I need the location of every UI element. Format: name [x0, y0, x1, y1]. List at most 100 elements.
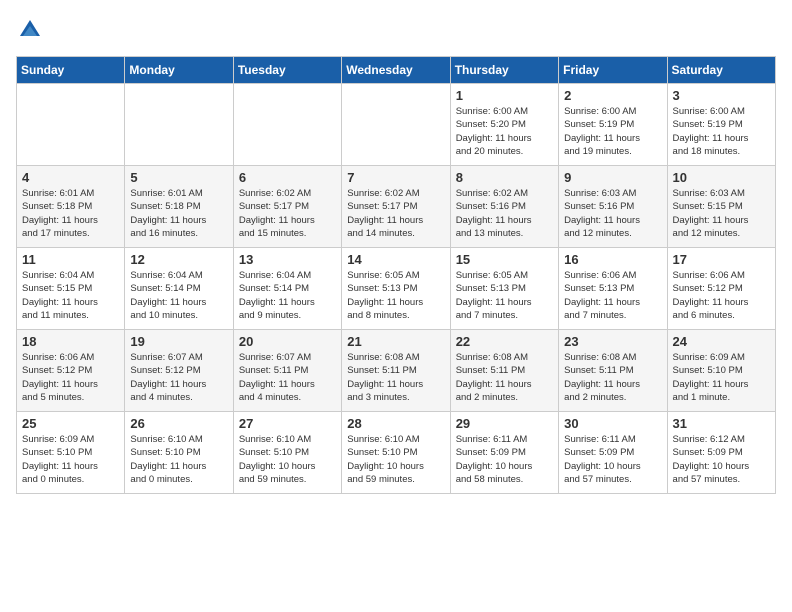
day-info: Sunrise: 6:11 AM Sunset: 5:09 PM Dayligh…	[564, 433, 661, 486]
calendar-cell: 21Sunrise: 6:08 AM Sunset: 5:11 PM Dayli…	[342, 330, 450, 412]
calendar-cell: 13 Sunrise: 6:04 AM Sunset: 5:14 PM Dayli…	[233, 248, 341, 330]
day-info: Sunrise: 6:12 AM Sunset: 5:09 PM Dayligh…	[673, 433, 770, 486]
header-monday: Monday	[125, 57, 233, 84]
calendar-table: SundayMondayTuesdayWednesdayThursdayFrid…	[16, 56, 776, 494]
calendar-cell	[17, 84, 125, 166]
day-number: 16	[564, 252, 661, 267]
day-info: Sunrise: 6:05 AM Sunset: 5:13 PM Dayligh…	[347, 269, 444, 322]
day-number: 6	[239, 170, 336, 185]
day-number: 20	[239, 334, 336, 349]
day-number: 14	[347, 252, 444, 267]
calendar-cell	[342, 84, 450, 166]
day-number: 5	[130, 170, 227, 185]
day-info: Sunrise: 6:06 AM Sunset: 5:13 PM Dayligh…	[564, 269, 661, 322]
calendar-cell: 30 Sunrise: 6:11 AM Sunset: 5:09 PM Dayli…	[559, 412, 667, 494]
calendar-cell: 15Sunrise: 6:05 AM Sunset: 5:13 PM Dayli…	[450, 248, 558, 330]
calendar-cell	[233, 84, 341, 166]
header-saturday: Saturday	[667, 57, 775, 84]
header-wednesday: Wednesday	[342, 57, 450, 84]
day-info: Sunrise: 6:09 AM Sunset: 5:10 PM Dayligh…	[673, 351, 770, 404]
day-info: Sunrise: 6:02 AM Sunset: 5:17 PM Dayligh…	[239, 187, 336, 240]
day-number: 10	[673, 170, 770, 185]
logo	[16, 16, 48, 44]
day-info: Sunrise: 6:00 AM Sunset: 5:19 PM Dayligh…	[564, 105, 661, 158]
calendar-cell: 9Sunrise: 6:03 AM Sunset: 5:16 PM Daylig…	[559, 166, 667, 248]
day-number: 9	[564, 170, 661, 185]
calendar-cell: 17Sunrise: 6:06 AM Sunset: 5:12 PM Dayli…	[667, 248, 775, 330]
day-info: Sunrise: 6:08 AM Sunset: 5:11 PM Dayligh…	[347, 351, 444, 404]
day-info: Sunrise: 6:04 AM Sunset: 5:14 PM Dayligh…	[130, 269, 227, 322]
day-info: Sunrise: 6:08 AM Sunset: 5:11 PM Dayligh…	[564, 351, 661, 404]
day-info: Sunrise: 6:06 AM Sunset: 5:12 PM Dayligh…	[673, 269, 770, 322]
day-info: Sunrise: 6:01 AM Sunset: 5:18 PM Dayligh…	[130, 187, 227, 240]
page-header	[16, 16, 776, 44]
day-number: 25	[22, 416, 119, 431]
day-info: Sunrise: 6:04 AM Sunset: 5:15 PM Dayligh…	[22, 269, 119, 322]
day-info: Sunrise: 6:00 AM Sunset: 5:19 PM Dayligh…	[673, 105, 770, 158]
day-number: 2	[564, 88, 661, 103]
day-number: 31	[673, 416, 770, 431]
calendar-cell: 25Sunrise: 6:09 AM Sunset: 5:10 PM Dayli…	[17, 412, 125, 494]
day-info: Sunrise: 6:07 AM Sunset: 5:11 PM Dayligh…	[239, 351, 336, 404]
header-tuesday: Tuesday	[233, 57, 341, 84]
day-info: Sunrise: 6:00 AM Sunset: 5:20 PM Dayligh…	[456, 105, 553, 158]
week-row-2: 11 Sunrise: 6:04 AM Sunset: 5:15 PM Dayli…	[17, 248, 776, 330]
day-info: Sunrise: 6:08 AM Sunset: 5:11 PM Dayligh…	[456, 351, 553, 404]
day-info: Sunrise: 6:10 AM Sunset: 5:10 PM Dayligh…	[130, 433, 227, 486]
day-info: Sunrise: 6:02 AM Sunset: 5:17 PM Dayligh…	[347, 187, 444, 240]
day-number: 8	[456, 170, 553, 185]
calendar-body: 1Sunrise: 6:00 AM Sunset: 5:20 PM Daylig…	[17, 84, 776, 494]
calendar-cell: 29Sunrise: 6:11 AM Sunset: 5:09 PM Dayli…	[450, 412, 558, 494]
calendar-cell: 8 Sunrise: 6:02 AM Sunset: 5:16 PM Daylig…	[450, 166, 558, 248]
calendar-cell: 23 Sunrise: 6:08 AM Sunset: 5:11 PM Dayli…	[559, 330, 667, 412]
calendar-cell: 4 Sunrise: 6:01 AM Sunset: 5:18 PM Daylig…	[17, 166, 125, 248]
calendar-cell: 20 Sunrise: 6:07 AM Sunset: 5:11 PM Dayli…	[233, 330, 341, 412]
day-number: 22	[456, 334, 553, 349]
calendar-cell: 28 Sunrise: 6:10 AM Sunset: 5:10 PM Dayli…	[342, 412, 450, 494]
header-friday: Friday	[559, 57, 667, 84]
day-info: Sunrise: 6:04 AM Sunset: 5:14 PM Dayligh…	[239, 269, 336, 322]
day-info: Sunrise: 6:02 AM Sunset: 5:16 PM Dayligh…	[456, 187, 553, 240]
day-number: 24	[673, 334, 770, 349]
calendar-cell: 1Sunrise: 6:00 AM Sunset: 5:20 PM Daylig…	[450, 84, 558, 166]
calendar-cell: 16 Sunrise: 6:06 AM Sunset: 5:13 PM Dayli…	[559, 248, 667, 330]
logo-icon	[16, 16, 44, 44]
header-sunday: Sunday	[17, 57, 125, 84]
day-number: 19	[130, 334, 227, 349]
calendar-cell: 2 Sunrise: 6:00 AM Sunset: 5:19 PM Daylig…	[559, 84, 667, 166]
day-number: 3	[673, 88, 770, 103]
day-number: 26	[130, 416, 227, 431]
day-info: Sunrise: 6:05 AM Sunset: 5:13 PM Dayligh…	[456, 269, 553, 322]
day-info: Sunrise: 6:03 AM Sunset: 5:15 PM Dayligh…	[673, 187, 770, 240]
calendar-cell: 24 Sunrise: 6:09 AM Sunset: 5:10 PM Dayli…	[667, 330, 775, 412]
day-number: 30	[564, 416, 661, 431]
calendar-cell	[125, 84, 233, 166]
calendar-header: SundayMondayTuesdayWednesdayThursdayFrid…	[17, 57, 776, 84]
calendar-cell: 31 Sunrise: 6:12 AM Sunset: 5:09 PM Dayli…	[667, 412, 775, 494]
day-number: 12	[130, 252, 227, 267]
week-row-3: 18Sunrise: 6:06 AM Sunset: 5:12 PM Dayli…	[17, 330, 776, 412]
calendar-cell: 12 Sunrise: 6:04 AM Sunset: 5:14 PM Dayli…	[125, 248, 233, 330]
day-number: 27	[239, 416, 336, 431]
calendar-cell: 6 Sunrise: 6:02 AM Sunset: 5:17 PM Daylig…	[233, 166, 341, 248]
day-info: Sunrise: 6:01 AM Sunset: 5:18 PM Dayligh…	[22, 187, 119, 240]
day-info: Sunrise: 6:07 AM Sunset: 5:12 PM Dayligh…	[130, 351, 227, 404]
day-info: Sunrise: 6:10 AM Sunset: 5:10 PM Dayligh…	[347, 433, 444, 486]
calendar-cell: 26 Sunrise: 6:10 AM Sunset: 5:10 PM Dayli…	[125, 412, 233, 494]
day-number: 13	[239, 252, 336, 267]
day-info: Sunrise: 6:10 AM Sunset: 5:10 PM Dayligh…	[239, 433, 336, 486]
calendar-cell: 10 Sunrise: 6:03 AM Sunset: 5:15 PM Dayli…	[667, 166, 775, 248]
day-number: 29	[456, 416, 553, 431]
day-number: 4	[22, 170, 119, 185]
day-number: 28	[347, 416, 444, 431]
week-row-4: 25Sunrise: 6:09 AM Sunset: 5:10 PM Dayli…	[17, 412, 776, 494]
calendar-cell: 11 Sunrise: 6:04 AM Sunset: 5:15 PM Dayli…	[17, 248, 125, 330]
day-number: 23	[564, 334, 661, 349]
calendar-cell: 7Sunrise: 6:02 AM Sunset: 5:17 PM Daylig…	[342, 166, 450, 248]
week-row-1: 4 Sunrise: 6:01 AM Sunset: 5:18 PM Daylig…	[17, 166, 776, 248]
day-info: Sunrise: 6:06 AM Sunset: 5:12 PM Dayligh…	[22, 351, 119, 404]
day-number: 11	[22, 252, 119, 267]
calendar-cell: 22 Sunrise: 6:08 AM Sunset: 5:11 PM Dayli…	[450, 330, 558, 412]
calendar-cell: 19 Sunrise: 6:07 AM Sunset: 5:12 PM Dayli…	[125, 330, 233, 412]
calendar-cell: 14 Sunrise: 6:05 AM Sunset: 5:13 PM Dayli…	[342, 248, 450, 330]
